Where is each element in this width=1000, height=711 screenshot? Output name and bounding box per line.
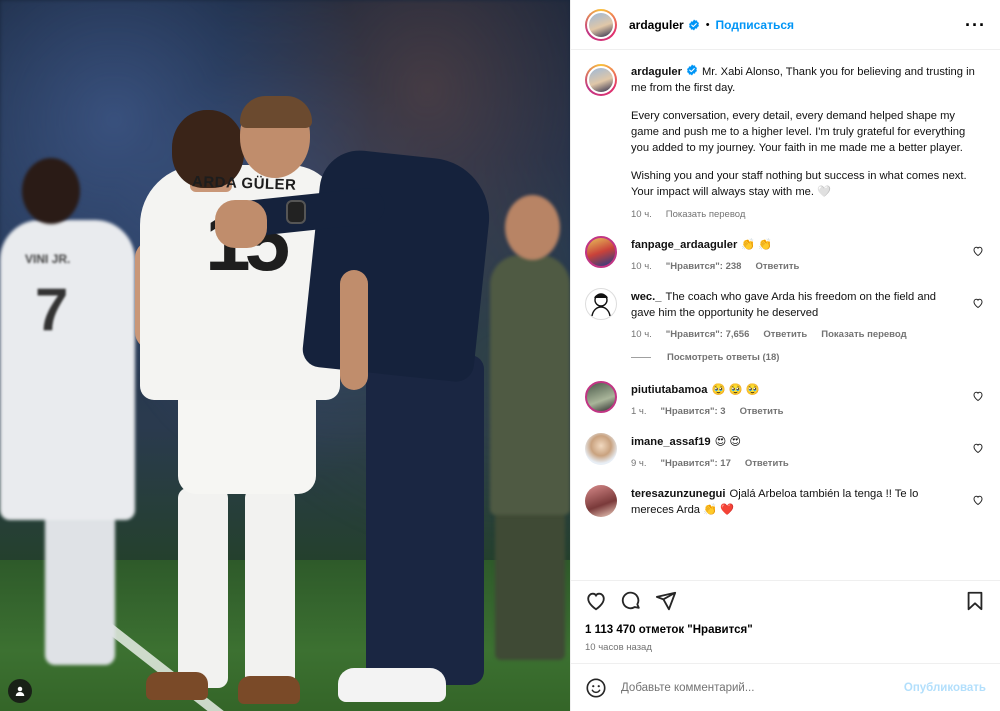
comment-username[interactable]: teresazunzunegui xyxy=(631,488,726,500)
reply-button[interactable]: Ответить xyxy=(740,406,784,417)
comments-list[interactable]: ardaguler Mr. Xabi Alonso, Thank you for … xyxy=(571,50,1000,577)
reply-button[interactable]: Ответить xyxy=(763,329,807,340)
reply-button[interactable]: Ответить xyxy=(755,261,799,272)
translate-link[interactable]: Показать перевод xyxy=(821,329,906,340)
view-replies-button[interactable]: Посмотреть ответы (18) xyxy=(631,352,986,363)
reply-button[interactable]: Ответить xyxy=(745,458,789,469)
emoji-icon[interactable] xyxy=(585,677,607,699)
caption: ardaguler Mr. Xabi Alonso, Thank you for … xyxy=(585,64,986,220)
left-player-shirt-number: 7 xyxy=(35,276,69,343)
commenter-avatar[interactable] xyxy=(585,288,617,320)
caption-paragraph: Wishing you and your staff nothing but s… xyxy=(631,170,967,198)
commenter-avatar[interactable] xyxy=(585,236,617,268)
comment-likes[interactable]: "Нравится": 3 xyxy=(661,406,726,417)
comment: imane_assaf19 😍 😍 9 ч. "Нравится": 17 Отв… xyxy=(585,433,986,469)
comment-text: 👏 👏 xyxy=(741,239,773,251)
coach-trousers xyxy=(366,355,484,685)
more-icon[interactable]: ··· xyxy=(965,16,986,34)
staff-body xyxy=(490,255,570,515)
comment-username[interactable]: piutiutabamoa xyxy=(631,384,707,396)
verified-badge-icon xyxy=(686,64,698,76)
verified-badge-icon xyxy=(688,19,700,31)
comment-likes[interactable]: "Нравится": 238 xyxy=(666,261,742,272)
comment: wec._ The coach who gave Arda his freedom… xyxy=(585,288,986,340)
add-comment-bar: Опубликовать xyxy=(571,663,1000,711)
likes-count[interactable]: 1 113 470 отметок "Нравится" xyxy=(585,624,753,636)
coach-arm-right xyxy=(340,270,368,390)
coach-hair xyxy=(240,96,312,128)
comment: teresazunzunegui Ojalá Arbeloa también la… xyxy=(585,485,986,518)
author-username[interactable]: ardaguler xyxy=(629,18,684,32)
comment-text: 😍 😍 xyxy=(714,436,742,448)
follow-button[interactable]: Подписаться xyxy=(716,18,794,32)
translate-link[interactable]: Показать перевод xyxy=(666,209,746,220)
comment: fanpage_ardaaguler 👏 👏 10 ч. "Нравится": … xyxy=(585,236,986,272)
user-tag-icon[interactable] xyxy=(8,679,32,703)
coach-watch xyxy=(286,200,306,224)
player-boot-right xyxy=(238,676,300,704)
separator-dot: • xyxy=(705,18,710,31)
bookmark-icon[interactable] xyxy=(964,590,986,612)
heart-icon[interactable] xyxy=(585,590,607,612)
heart-icon[interactable] xyxy=(972,245,984,257)
coach-shoe xyxy=(338,668,446,702)
left-player-head xyxy=(22,158,80,224)
coach-body xyxy=(300,146,496,384)
heart-icon[interactable] xyxy=(972,442,984,454)
comment-text: The coach who gave Arda his freedom on t… xyxy=(631,291,937,319)
player-leg-left xyxy=(178,488,228,688)
comment-username[interactable]: fanpage_ardaaguler xyxy=(631,239,737,251)
left-player-legs xyxy=(45,505,115,665)
post-panel: ardaguler • Подписаться ··· ardaguler Mr.… xyxy=(570,0,1000,711)
replies-line xyxy=(631,357,651,358)
heart-icon[interactable] xyxy=(972,390,984,402)
staff-head xyxy=(505,195,560,260)
comment-likes[interactable]: "Нравится": 7,656 xyxy=(666,329,750,340)
post-header: ardaguler • Подписаться ··· xyxy=(571,0,1000,50)
staff-legs xyxy=(495,510,565,660)
comment-text: 🥹 🥹 🥹 xyxy=(711,384,760,396)
left-player-shirt-name: VINI JR. xyxy=(25,252,71,266)
caption-username[interactable]: ardaguler xyxy=(631,66,682,78)
comment-input[interactable] xyxy=(621,681,904,694)
action-bar xyxy=(571,580,1000,620)
comment-likes[interactable]: "Нравится": 17 xyxy=(661,458,731,469)
comment-username[interactable]: wec._ xyxy=(631,291,661,303)
post-comment-button[interactable]: Опубликовать xyxy=(904,682,986,694)
commenter-avatar[interactable] xyxy=(585,381,617,413)
commenter-avatar[interactable] xyxy=(585,485,617,517)
comment-time: 10 ч. xyxy=(631,329,652,340)
post-image[interactable]: VINI JR. 7 ARDA GÜLER 15 xyxy=(0,0,570,711)
comment-time: 1 ч. xyxy=(631,406,647,417)
caption-author-avatar[interactable] xyxy=(585,64,617,96)
caption-time: 10 ч. xyxy=(631,209,652,220)
commenter-avatar[interactable] xyxy=(585,433,617,465)
share-icon[interactable] xyxy=(655,590,677,612)
author-avatar[interactable] xyxy=(585,8,617,41)
heart-icon[interactable] xyxy=(972,297,984,309)
comment: piutiutabamoa 🥹 🥹 🥹 1 ч. "Нравится": 3 От… xyxy=(585,381,986,417)
coach-hand xyxy=(215,200,267,248)
player-leg-right xyxy=(245,488,295,688)
comment-time: 9 ч. xyxy=(631,458,647,469)
view-replies-label: Посмотреть ответы (18) xyxy=(667,352,780,363)
caption-paragraph: Mr. Xabi Alonso, Thank you for believing… xyxy=(631,66,975,94)
player-boot-left xyxy=(146,672,208,700)
heart-icon[interactable] xyxy=(972,494,984,506)
comment-username[interactable]: imane_assaf19 xyxy=(631,436,711,448)
comment-time: 10 ч. xyxy=(631,261,652,272)
caption-paragraph: Every conversation, every detail, every … xyxy=(631,110,966,154)
post-time: 10 часов назад xyxy=(585,642,652,653)
comment-icon[interactable] xyxy=(620,590,642,612)
